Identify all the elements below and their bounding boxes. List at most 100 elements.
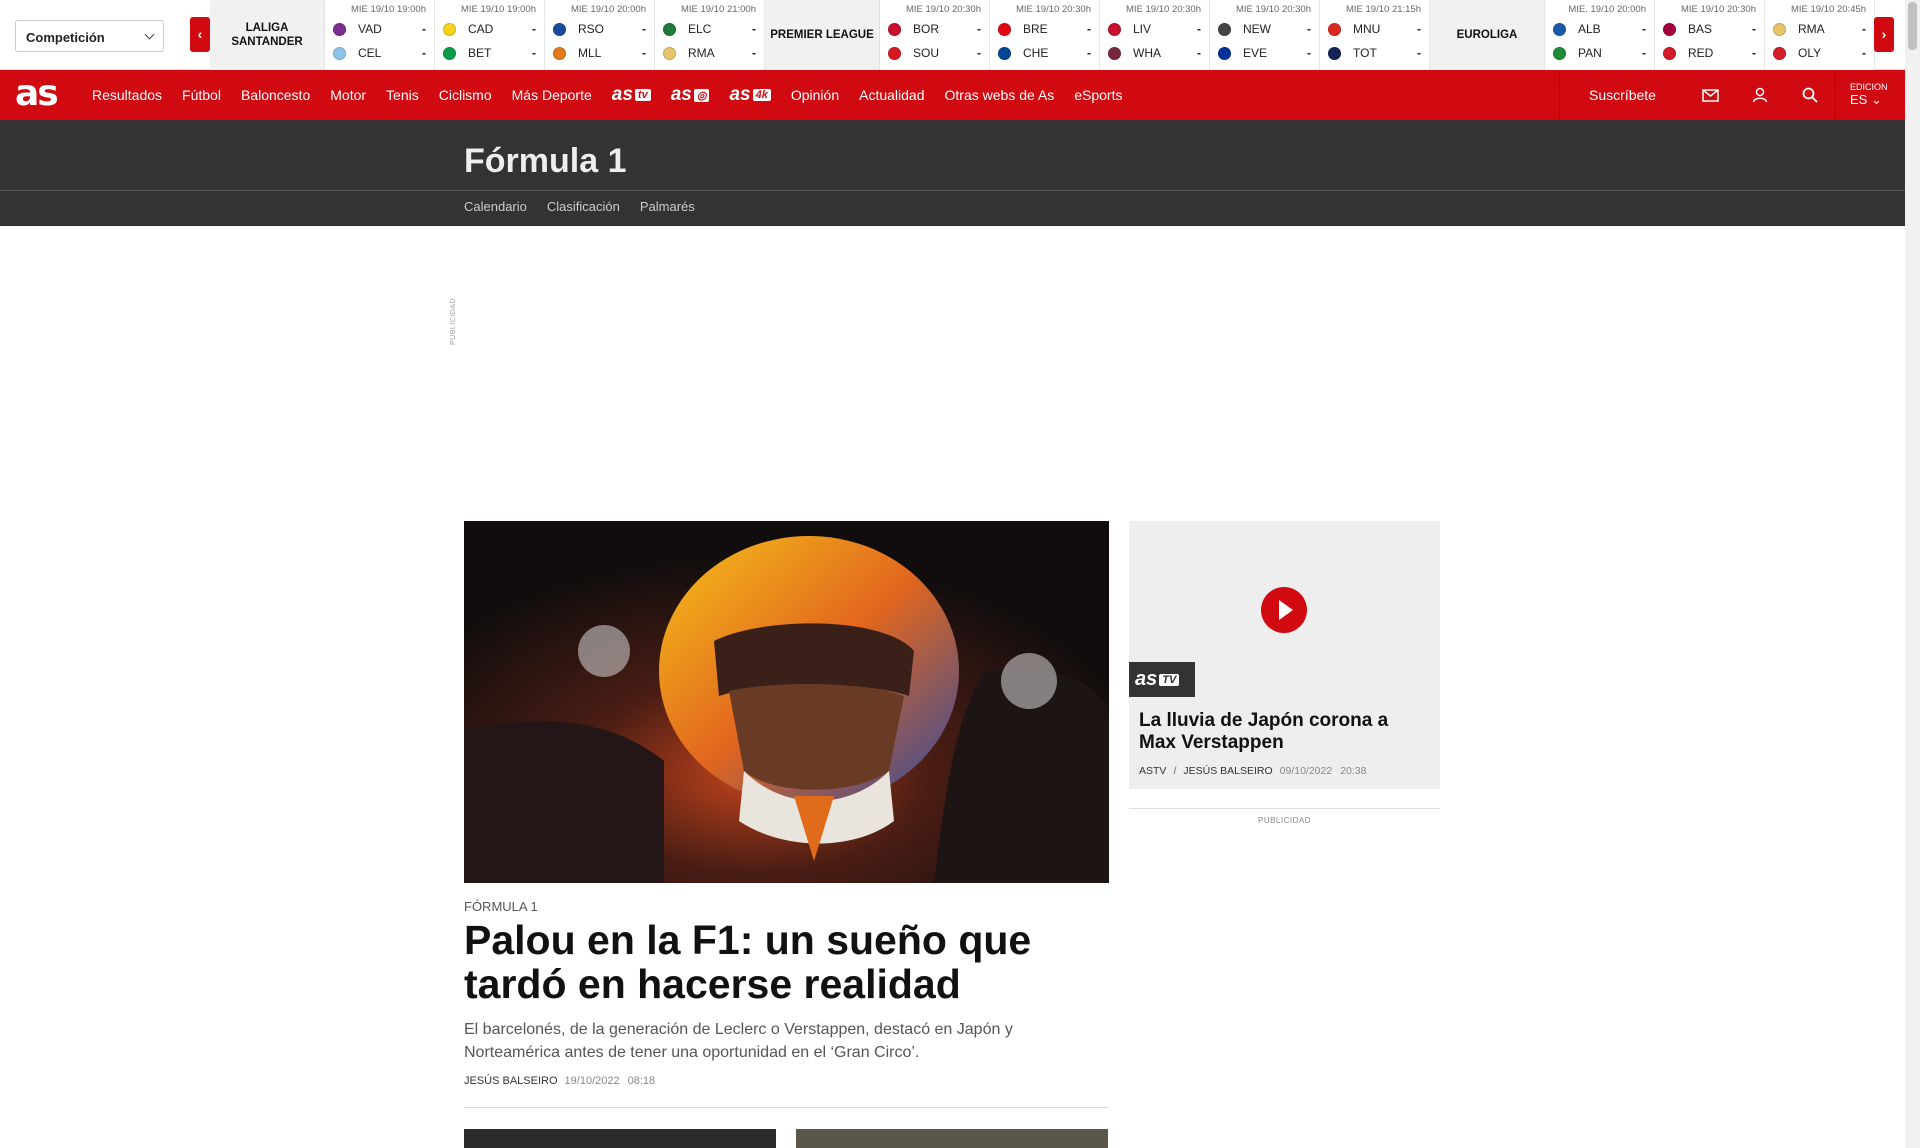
match-card[interactable]: MIE 19/10 20:30h LIV - WHA -: [1100, 0, 1210, 70]
article-headline[interactable]: Palou en la F1: un sueño que tardó en ha…: [464, 918, 1064, 1006]
team-score: -: [532, 46, 536, 60]
nav-item-actualidad[interactable]: Actualidad: [859, 87, 924, 103]
league-label[interactable]: PREMIER LEAGUE: [765, 0, 880, 70]
subnav-item[interactable]: Calendario: [464, 199, 527, 214]
nav-brand-link[interactable]: as ◎: [671, 84, 710, 106]
section-subnav: Calendario Clasificación Palmarés: [464, 199, 715, 214]
match-card[interactable]: MIE 19/10 20:30h BRE - CHE -: [990, 0, 1100, 70]
team-score: -: [1087, 46, 1091, 60]
as-logo[interactable]: as: [15, 76, 59, 112]
nav-item-motor[interactable]: Motor: [330, 87, 366, 103]
match-time: MIE 19/10 21:15h: [1346, 4, 1421, 15]
video-title[interactable]: La lluvia de Japón corona a Max Verstapp…: [1139, 710, 1429, 754]
brand-main: as: [611, 84, 633, 105]
team-abbr: SOU: [913, 46, 940, 60]
match-card[interactable]: MIE 19/10 20:30h BAS - RED -: [1655, 0, 1765, 70]
home-team-row: NEW -: [1218, 21, 1311, 37]
scores-next-button[interactable]: ›: [1874, 17, 1894, 52]
brand-main: as: [670, 84, 692, 105]
nav-item-esports[interactable]: eSports: [1074, 87, 1122, 103]
related-thumbnail[interactable]: [464, 1129, 776, 1148]
edition-value: ES ⌄: [1850, 92, 1882, 107]
nav-item-otras-webs-de-as[interactable]: Otras webs de As: [945, 87, 1055, 103]
home-team-row: ELC -: [663, 21, 756, 37]
away-team-row: RMA -: [663, 45, 756, 61]
match-card[interactable]: MIE 19/10 19:00h VAD - CEL -: [325, 0, 435, 70]
nav-item-opini-n[interactable]: Opinión: [791, 87, 839, 103]
subnav-item[interactable]: Clasificación: [547, 199, 620, 214]
team-score: -: [1417, 22, 1421, 36]
nav-right: Suscríbete EDICION ES ⌄: [1559, 70, 1905, 120]
team-crest-icon: [1108, 46, 1121, 60]
team-abbr: NEW: [1243, 22, 1271, 36]
nav-item-ciclismo[interactable]: Ciclismo: [439, 87, 492, 103]
team-abbr: BET: [468, 46, 492, 60]
team-score: -: [752, 22, 756, 36]
article-divider: [464, 1107, 1109, 1108]
match-card[interactable]: MIE 19/10 21:15h MNU - TOT -: [1320, 0, 1430, 70]
team-score: -: [977, 46, 981, 60]
team-crest-icon: [553, 46, 566, 60]
team-score: -: [1642, 46, 1646, 60]
video-card[interactable]: as TV La lluvia de Japón corona a Max Ver…: [1129, 521, 1440, 789]
team-crest-icon: [663, 22, 676, 36]
mail-icon[interactable]: [1685, 70, 1735, 120]
team-crest-icon: [333, 22, 346, 36]
brand-tag: ◎: [693, 88, 710, 102]
match-card[interactable]: MIE 19/10 20:30h NEW - EVE -: [1210, 0, 1320, 70]
article-category[interactable]: FÓRMULA 1: [464, 899, 538, 914]
nav-item-f-tbol[interactable]: Fútbol: [182, 87, 221, 103]
video-author[interactable]: JESÚS BALSEIRO: [1183, 765, 1272, 777]
team-crest-icon: [998, 46, 1011, 60]
nav-brand-link[interactable]: as 4k: [729, 84, 771, 106]
subscribe-link[interactable]: Suscríbete: [1559, 70, 1685, 120]
team-score: -: [1417, 46, 1421, 60]
user-icon[interactable]: [1735, 70, 1785, 120]
brand-main: as: [729, 84, 751, 105]
match-card[interactable]: MIE 19/10 20:30h BOR - SOU -: [880, 0, 990, 70]
league-label[interactable]: EUROLIGA: [1430, 0, 1545, 70]
nav-brand-link[interactable]: as tv: [612, 84, 651, 106]
nav-item-baloncesto[interactable]: Baloncesto: [241, 87, 310, 103]
page-scrollbar[interactable]: [1905, 0, 1920, 1148]
related-thumbnail[interactable]: [796, 1129, 1108, 1148]
team-score: -: [532, 22, 536, 36]
ad-label: PUBLICIDAD: [1257, 816, 1311, 825]
scores-prev-button[interactable]: ‹: [190, 17, 210, 52]
home-team-row: MNU -: [1328, 21, 1421, 37]
match-time: MIE 19/10 20:30h: [1681, 4, 1756, 15]
away-team-row: SOU -: [888, 45, 981, 61]
article-author[interactable]: JESÚS BALSEIRO: [464, 1075, 558, 1087]
subnav-item[interactable]: Palmarés: [640, 199, 695, 214]
edition-selector[interactable]: EDICION ES ⌄: [1835, 70, 1905, 120]
scrollbar-thumb[interactable]: [1908, 2, 1917, 50]
competition-select[interactable]: Competición: [15, 20, 164, 52]
team-score: -: [642, 22, 646, 36]
team-score: -: [1087, 22, 1091, 36]
match-card[interactable]: MIE 19/10 20:00h RSO - MLL -: [545, 0, 655, 70]
nav-item-tenis[interactable]: Tenis: [386, 87, 419, 103]
team-score: -: [752, 46, 756, 60]
team-abbr: LIV: [1133, 22, 1152, 36]
team-abbr: CAD: [468, 22, 494, 36]
match-card[interactable]: MIE 19/10 21:00h ELC - RMA -: [655, 0, 765, 70]
home-team-row: VAD -: [333, 21, 426, 37]
team-crest-icon: [1553, 46, 1566, 60]
competition-select-label: Competición: [26, 30, 105, 45]
team-crest-icon: [1218, 22, 1231, 36]
away-team-row: CEL -: [333, 45, 426, 61]
section-title[interactable]: Fórmula 1: [464, 142, 626, 181]
league-label[interactable]: LALIGA SANTANDER: [210, 0, 325, 70]
play-icon[interactable]: [1261, 587, 1307, 633]
team-score: -: [1307, 46, 1311, 60]
match-card[interactable]: MIE 19/10 20:45h RMA - OLY -: [1765, 0, 1875, 70]
nav-item-m-s-deporte[interactable]: Más Deporte: [512, 87, 592, 103]
video-source[interactable]: ASTV: [1139, 765, 1166, 777]
match-card[interactable]: MIE. 19/10 20:00h ALB - PAN -: [1545, 0, 1655, 70]
team-abbr: OLY: [1798, 46, 1822, 60]
nav-item-resultados[interactable]: Resultados: [92, 87, 162, 103]
team-score: -: [1752, 46, 1756, 60]
search-icon[interactable]: [1785, 70, 1835, 120]
match-card[interactable]: MIE 19/10 19:00h CAD - BET -: [435, 0, 545, 70]
hero-image[interactable]: [464, 521, 1109, 883]
